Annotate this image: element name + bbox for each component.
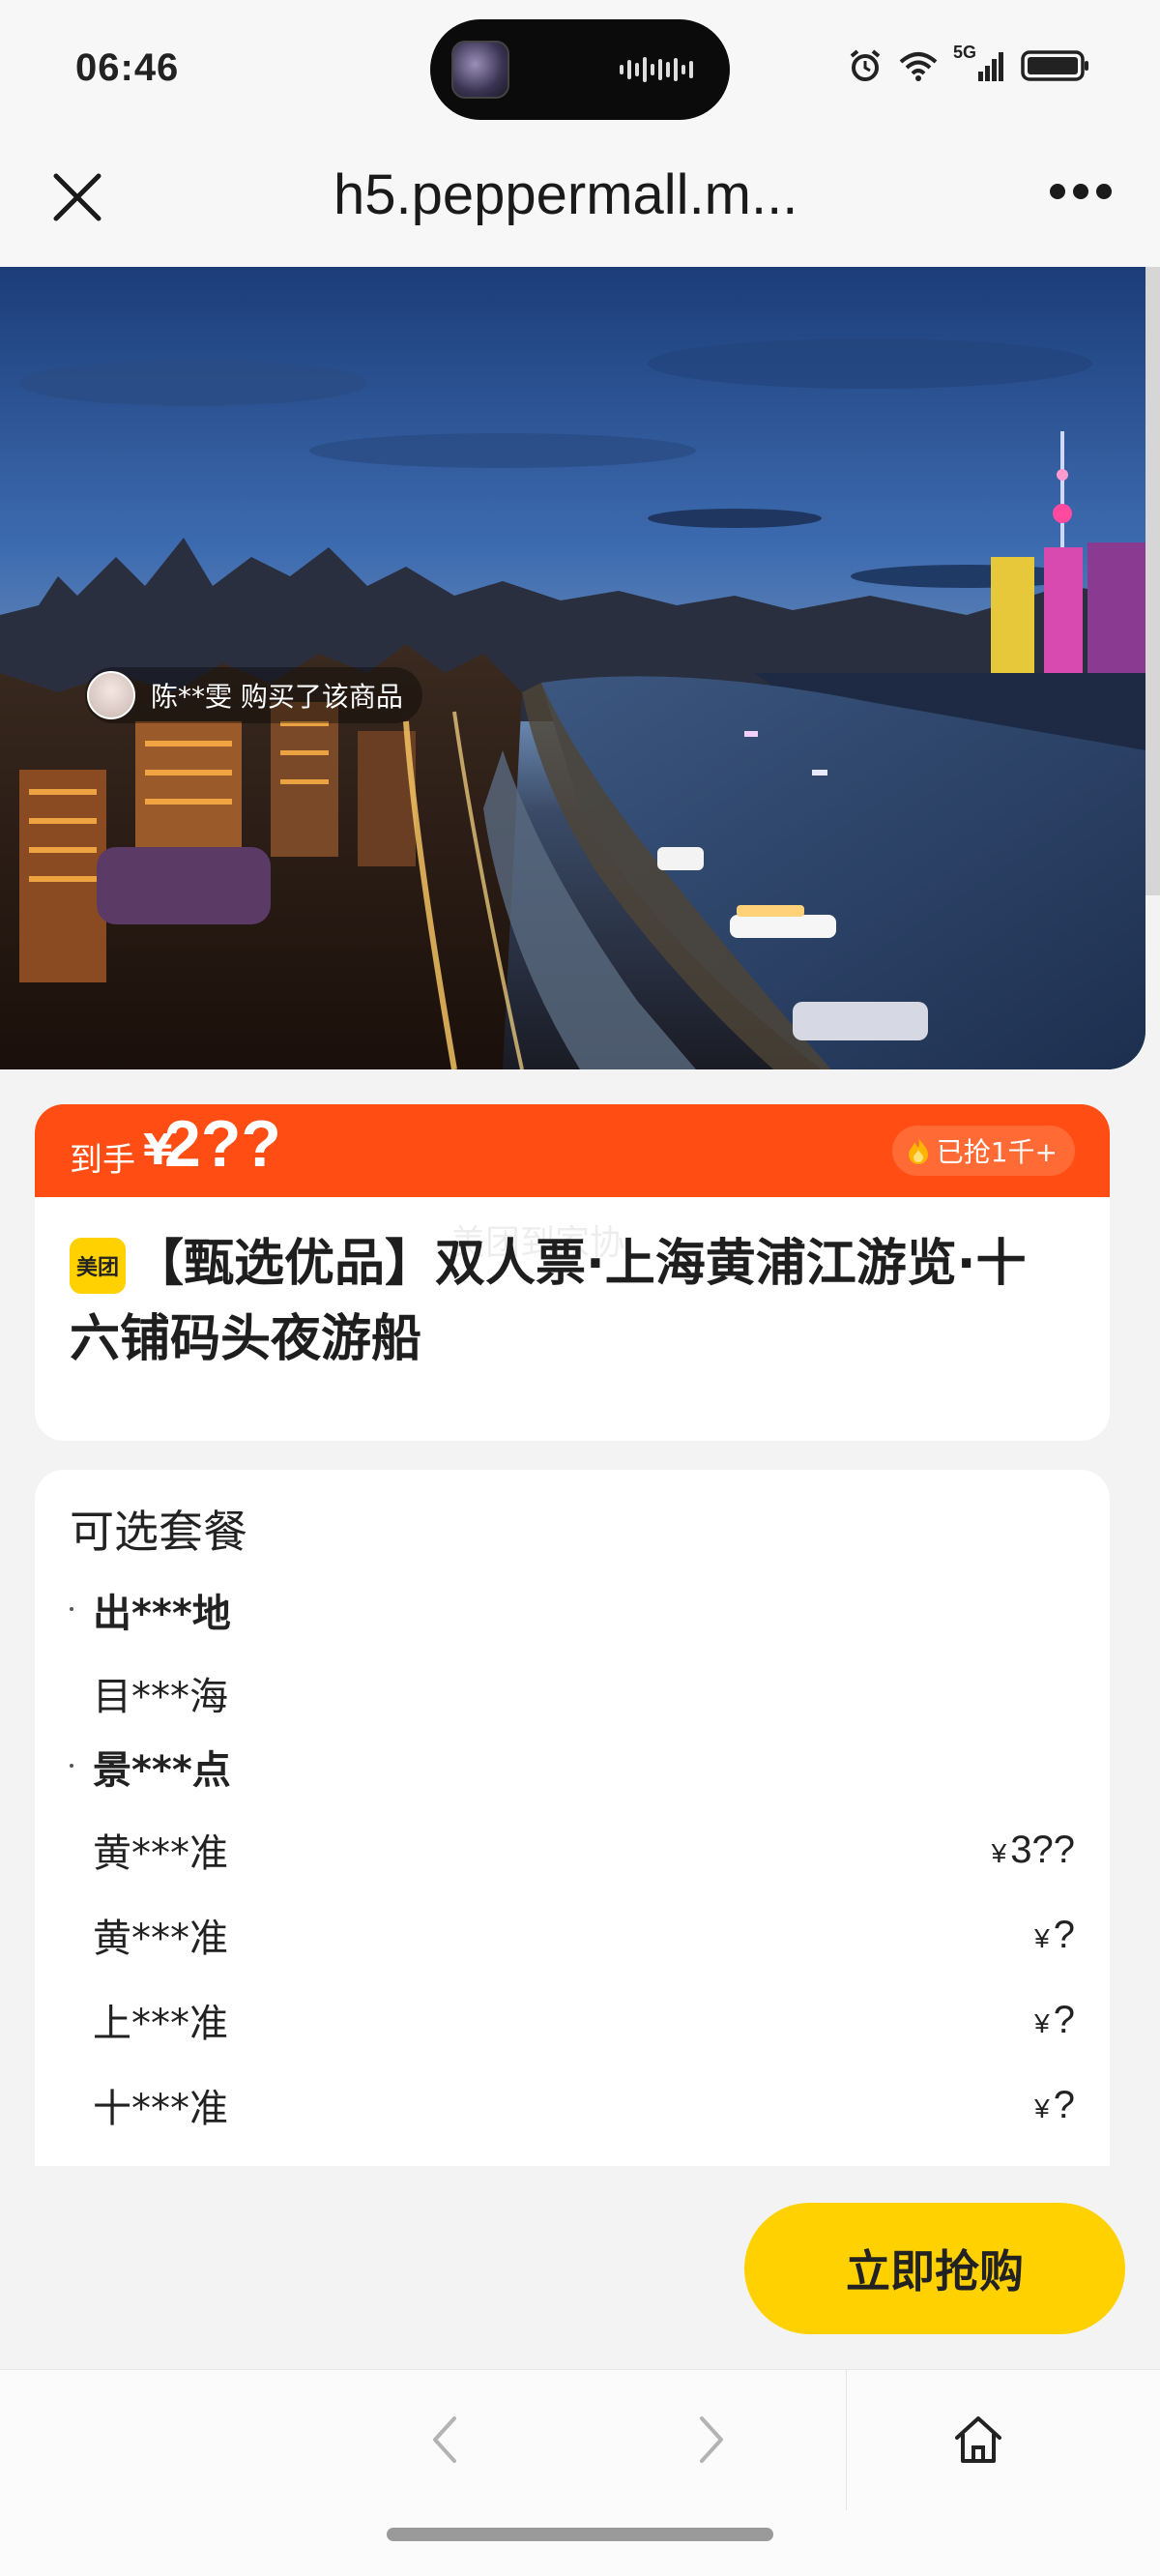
price-bar: 到手 ¥ 2?? 已抢1千+: [35, 1104, 1110, 1201]
package-row-name: 景***点: [93, 1748, 231, 1793]
package-row-price: ¥?: [1034, 1913, 1075, 1956]
gesture-area: [0, 2510, 1160, 2576]
package-row-name: 黄***准: [93, 1917, 228, 1961]
page-url-title: h5.peppermall.m...: [334, 163, 798, 226]
status-time: 06:46: [75, 46, 180, 89]
audio-wave-icon: [620, 56, 701, 83]
product-title: 【甄选优品】双人票·上海黄浦江游览·十六铺码头夜游船: [70, 1235, 1027, 1368]
package-section-header: 出***地: [70, 1576, 1075, 1644]
now-playing-app-icon: [451, 41, 509, 99]
status-bar: 06:46 5G: [0, 0, 1160, 145]
package-option[interactable]: 黄***准 ¥?: [70, 1901, 1075, 1969]
avatar: [87, 671, 135, 719]
package-section-header: 景***点: [70, 1733, 1075, 1800]
forward-arrow-icon[interactable]: [692, 2411, 731, 2469]
home-gesture-bar[interactable]: [387, 2528, 773, 2541]
grab-count-text: 已抢1千+: [936, 1136, 1058, 1168]
price-label: 到手: [70, 1141, 135, 1180]
recent-purchase-notice: 陈**雯 购买了该商品: [85, 667, 422, 723]
package-row-name: 上***准: [93, 2002, 228, 2046]
battery-icon: [1021, 50, 1088, 81]
flame-icon: [908, 1137, 928, 1164]
package-row-price: ¥3??: [991, 1828, 1075, 1871]
package-option[interactable]: 黄***准 ¥3??: [70, 1816, 1075, 1884]
recent-purchase-text: 陈**雯 购买了该商品: [151, 681, 403, 713]
status-icons: 5G: [847, 43, 1090, 85]
browser-nav-bar: h5.peppermall.m...: [0, 145, 1160, 267]
price-value: 2??: [164, 1107, 281, 1181]
package-option[interactable]: 十***准 ¥?: [70, 2071, 1075, 2139]
wifi-icon: [899, 52, 938, 81]
browser-bottom-bar: [0, 2369, 1160, 2511]
dynamic-island[interactable]: [430, 19, 730, 120]
close-icon[interactable]: [48, 168, 106, 226]
more-icon[interactable]: [1050, 184, 1112, 199]
package-row-name: 目***海: [93, 1675, 228, 1719]
package-row-name: 十***准: [93, 2087, 228, 2131]
package-row-price: ¥?: [1034, 1998, 1075, 2041]
home-icon[interactable]: [951, 2413, 1005, 2467]
grab-count-badge: 已抢1千+: [891, 1126, 1075, 1176]
product-title-card: 美团到家协 美团 【甄选优品】双人票·上海黄浦江游览·十六铺码头夜游船: [35, 1197, 1110, 1441]
alarm-icon: [850, 49, 881, 81]
package-row-name: 出***地: [93, 1592, 231, 1636]
package-row-price: ¥?: [1034, 2083, 1075, 2126]
scrollbar[interactable]: [1146, 267, 1160, 895]
cellular-signal-icon: 5G: [953, 43, 1007, 85]
divider: [846, 2370, 847, 2511]
package-heading: 可选套餐: [70, 1506, 247, 1558]
back-arrow-icon[interactable]: [425, 2411, 464, 2469]
package-option[interactable]: 上***准 ¥?: [70, 1986, 1075, 2054]
package-option[interactable]: 目***海: [70, 1659, 1075, 1727]
buy-now-button[interactable]: 立即抢购: [744, 2203, 1125, 2334]
package-row-name: 黄***准: [93, 1831, 228, 1876]
package-options-card: 可选套餐 出***地 目***海 景***点 黄***准 ¥3?? 黄***准 …: [35, 1470, 1110, 2166]
